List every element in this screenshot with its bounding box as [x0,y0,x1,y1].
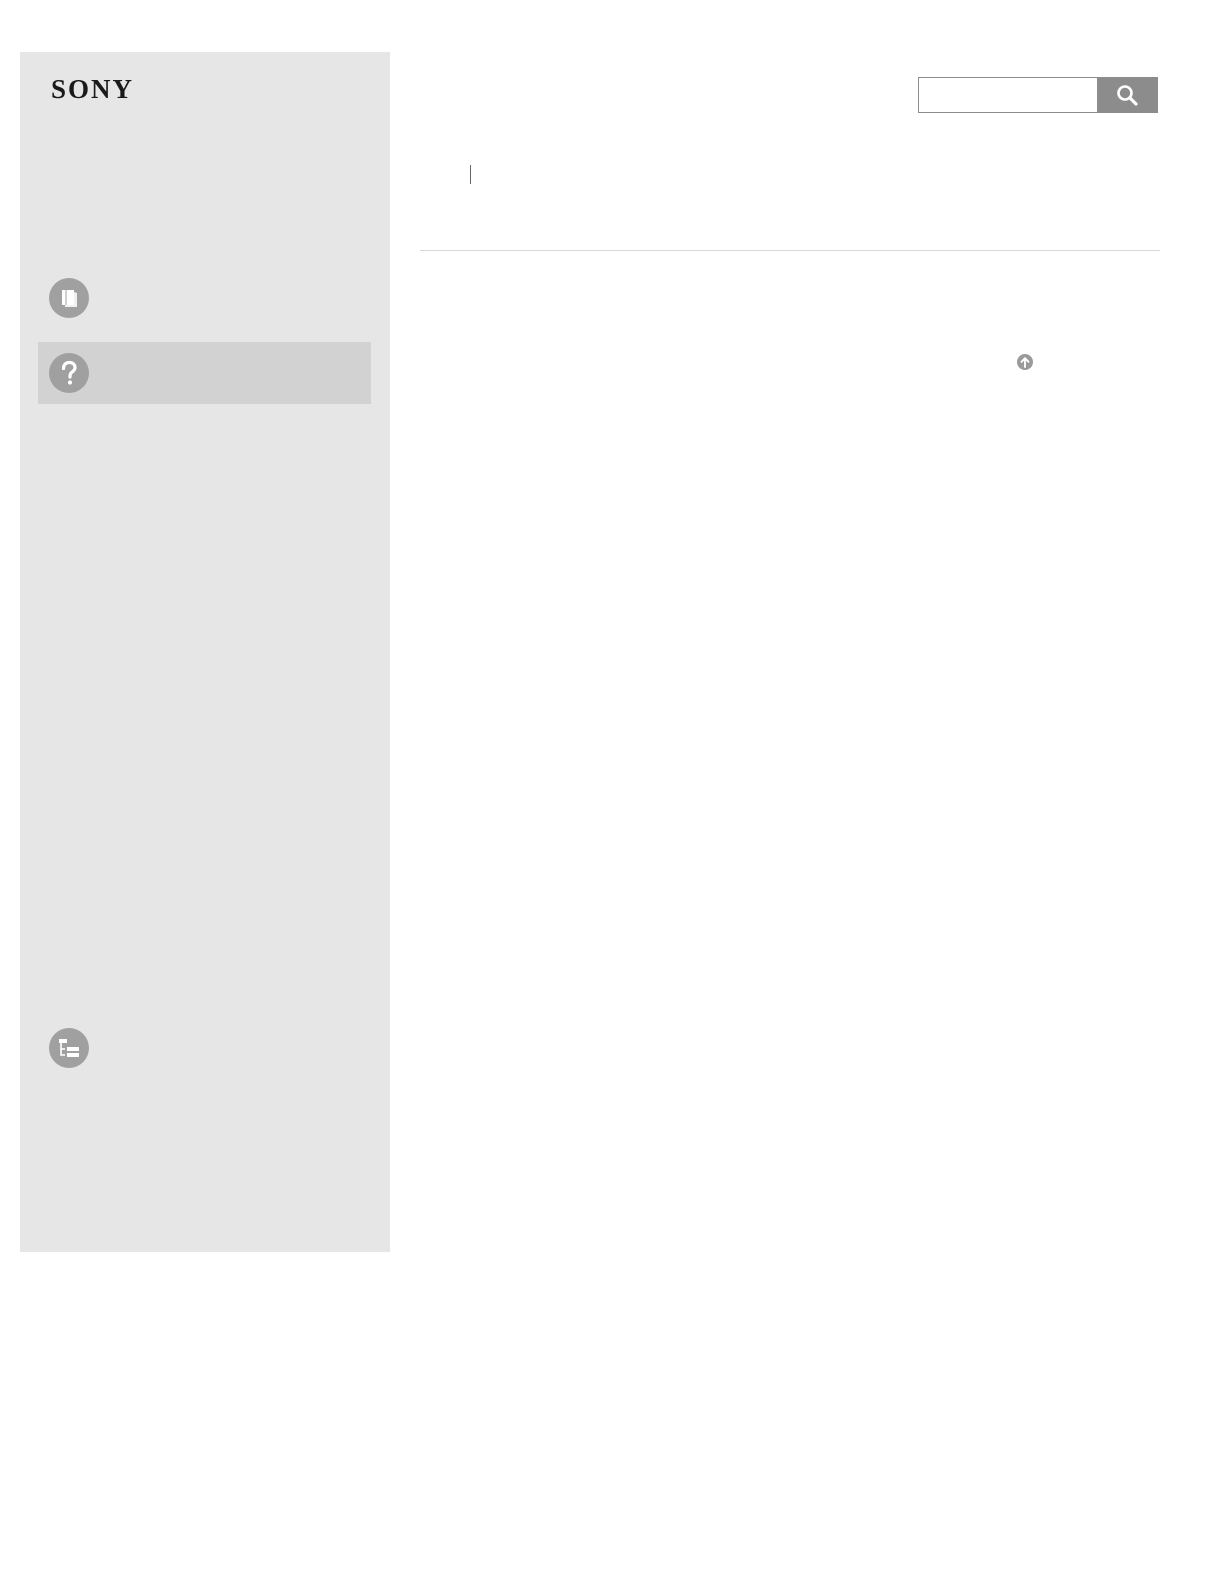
search-icon [1117,85,1138,106]
breadcrumb-separator [470,165,471,184]
list-tree-icon [49,1028,89,1068]
sidebar-item-help[interactable] [38,342,371,404]
book-icon [49,278,89,318]
sidebar-item-manual[interactable] [38,267,371,329]
sidebar-item-contents[interactable] [38,1017,371,1079]
sidebar: SONY [20,52,390,1252]
arrow-up-circle-icon[interactable] [1016,353,1034,371]
sony-logo[interactable]: SONY [51,74,134,104]
search-box [918,77,1158,113]
header-divider [420,250,1160,251]
question-icon [49,353,89,393]
search-button[interactable] [1097,78,1157,112]
search-input[interactable] [919,78,1097,112]
